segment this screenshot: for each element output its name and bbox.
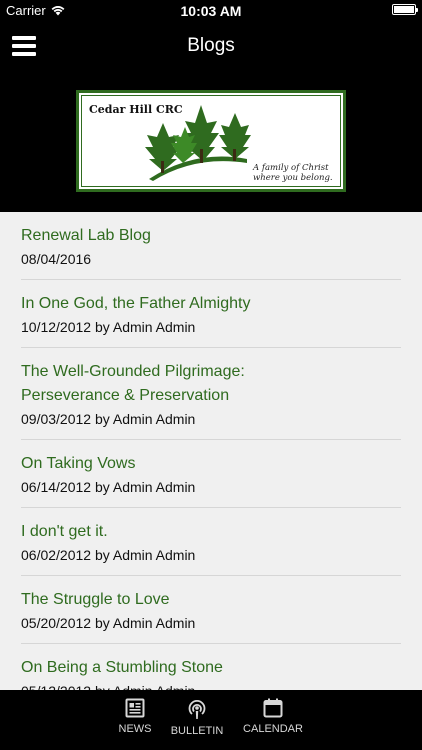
- page-title: Blogs: [187, 35, 235, 56]
- tab-news-label: NEWS: [118, 723, 152, 735]
- post-title[interactable]: The Struggle to Love: [21, 588, 401, 612]
- status-bar: Carrier 10:03 AM: [0, 0, 422, 22]
- list-item[interactable]: The Well-Grounded Pilgrimage: Perseveran…: [21, 348, 401, 440]
- trees-logo-icon: [145, 105, 251, 181]
- tab-bulletin-label: BULLETIN: [170, 725, 224, 737]
- list-item[interactable]: Renewal Lab Blog 08/04/2016: [21, 212, 401, 280]
- blog-list: Renewal Lab Blog 08/04/2016 In One God, …: [0, 212, 422, 690]
- tab-calendar-label: CALENDAR: [243, 723, 303, 735]
- post-meta: 10/12/2012 by Admin Admin: [21, 319, 196, 335]
- battery-indicator: [392, 4, 418, 15]
- list-item[interactable]: In One God, the Father Almighty 10/12/20…: [21, 280, 401, 348]
- list-item[interactable]: On Taking Vows 06/14/2012 by Admin Admin: [21, 440, 401, 508]
- list-item[interactable]: I don't get it. 06/02/2012 by Admin Admi…: [21, 508, 401, 576]
- church-logo: Cedar Hill CRC A family of Christ where …: [76, 90, 346, 192]
- post-title[interactable]: Renewal Lab Blog: [21, 224, 401, 248]
- tab-news[interactable]: NEWS: [112, 698, 158, 735]
- tab-bulletin[interactable]: BULLETIN: [168, 698, 226, 737]
- post-title[interactable]: I don't get it.: [21, 520, 401, 544]
- tab-bar: NEWS BULLETIN CALENDAR: [0, 690, 422, 750]
- battery-icon: [392, 4, 418, 15]
- app-screen: Carrier 10:03 AM Blogs Cedar Hill CRC A …: [0, 0, 422, 750]
- post-title[interactable]: The Well-Grounded Pilgrimage: Perseveran…: [21, 360, 281, 408]
- post-title[interactable]: On Taking Vows: [21, 452, 401, 476]
- post-meta: 06/14/2012 by Admin Admin: [21, 479, 196, 495]
- post-meta: 05/12/2012 by Admin Admin: [21, 681, 401, 690]
- post-meta: 08/04/2016: [21, 251, 92, 267]
- podcast-icon: [188, 700, 206, 719]
- nav-bar: Blogs: [0, 22, 422, 70]
- news-icon: [125, 698, 145, 718]
- calendar-icon: [263, 698, 283, 718]
- post-meta: 06/02/2012 by Admin Admin: [21, 547, 196, 563]
- status-time: 10:03 AM: [180, 3, 242, 19]
- list-item[interactable]: The Struggle to Love 05/20/2012 by Admin…: [21, 576, 401, 644]
- post-title[interactable]: On Being a Stumbling Stone: [21, 656, 401, 680]
- post-title[interactable]: In One God, the Father Almighty: [21, 292, 401, 316]
- post-meta: 09/03/2012 by Admin Admin: [21, 411, 196, 427]
- header-banner: Cedar Hill CRC A family of Christ where …: [0, 70, 422, 212]
- tab-calendar[interactable]: CALENDAR: [238, 698, 308, 735]
- logo-tagline: A family of Christ where you belong.: [253, 163, 333, 183]
- list-item[interactable]: On Being a Stumbling Stone 05/12/2012 by…: [21, 644, 401, 690]
- post-meta: 05/20/2012 by Admin Admin: [21, 615, 196, 631]
